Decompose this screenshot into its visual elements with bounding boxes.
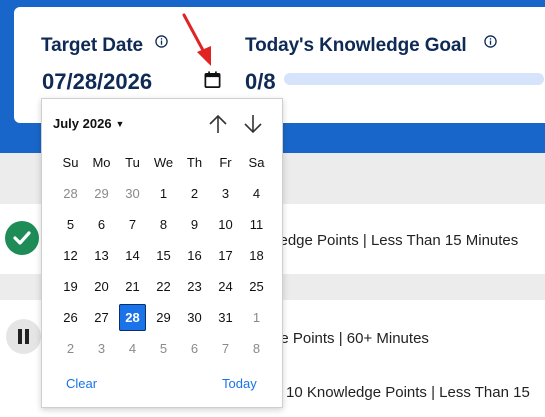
calendar-day[interactable]: 12: [55, 240, 86, 271]
calendar-day[interactable]: 18: [241, 240, 272, 271]
selected-day[interactable]: 28: [119, 304, 146, 331]
weekday-header: Mo: [92, 155, 111, 170]
calendar-day[interactable]: 4: [241, 178, 272, 209]
calendar-day[interactable]: 17: [210, 240, 241, 271]
calendar-day[interactable]: 5: [55, 209, 86, 240]
calendar-day[interactable]: 27: [86, 302, 117, 333]
info-icon[interactable]: [155, 35, 168, 48]
calendar-day[interactable]: 20: [86, 271, 117, 302]
calendar-icon[interactable]: [203, 70, 222, 89]
calendar-day[interactable]: 8: [148, 209, 179, 240]
calendar-day[interactable]: 25: [241, 271, 272, 302]
calendar-day[interactable]: 16: [179, 240, 210, 271]
caret-down-icon: ▼: [115, 119, 125, 129]
calendar-day[interactable]: 15: [148, 240, 179, 271]
calendar-day[interactable]: 14: [117, 240, 148, 271]
complete-check-icon: [5, 221, 39, 255]
calendar-day[interactable]: 21: [117, 271, 148, 302]
calendar-day[interactable]: 9: [179, 209, 210, 240]
calendar-day[interactable]: 6: [86, 209, 117, 240]
target-date-value[interactable]: 07/28/2026: [42, 69, 152, 95]
info-icon[interactable]: [484, 35, 497, 48]
next-month-down-arrow-icon[interactable]: [243, 113, 263, 135]
goal-progress-bar: [284, 73, 544, 85]
month-label: July 2026: [53, 116, 112, 131]
calendar-day[interactable]: 1: [241, 302, 272, 333]
calendar-day[interactable]: 24: [210, 271, 241, 302]
month-year-selector[interactable]: July 2026 ▼: [53, 116, 124, 131]
weekday-header: Tu: [125, 155, 140, 170]
red-arrow-annotation: [182, 13, 211, 66]
calendar-day[interactable]: 30: [179, 302, 210, 333]
list-item-text: 10 Knowledge Points | Less Than 15: [286, 384, 530, 401]
weekday-header: Sa: [248, 155, 265, 170]
pause-icon[interactable]: [6, 319, 41, 354]
calendar-day[interactable]: 30: [117, 178, 148, 209]
calendar-day[interactable]: 8: [241, 333, 272, 364]
knowledge-goal-label: Today's Knowledge Goal: [245, 35, 467, 56]
calendar-day[interactable]: 7: [210, 333, 241, 364]
calendar-day[interactable]: 1: [148, 178, 179, 209]
previous-month-up-arrow-icon[interactable]: [208, 113, 228, 135]
calendar-day[interactable]: 2: [55, 333, 86, 364]
clear-button[interactable]: Clear: [66, 376, 97, 391]
calendar-day[interactable]: 11: [241, 209, 272, 240]
calendar-day[interactable]: 13: [86, 240, 117, 271]
list-item-text: kedge Points | Less Than 15 Minutes: [272, 232, 519, 249]
calendar-day[interactable]: 7: [117, 209, 148, 240]
calendar-day[interactable]: 10: [210, 209, 241, 240]
calendar-day[interactable]: 28: [55, 178, 86, 209]
calendar-day[interactable]: 5: [148, 333, 179, 364]
calendar-day[interactable]: 31: [210, 302, 241, 333]
knowledge-goal-value: 0/8: [245, 69, 276, 94]
calendar-day[interactable]: 2: [179, 178, 210, 209]
calendar-day[interactable]: 23: [179, 271, 210, 302]
weekday-header: Th: [186, 155, 203, 170]
calendar-day[interactable]: 3: [86, 333, 117, 364]
calendar-day[interactable]: 19: [55, 271, 86, 302]
calendar-day[interactable]: 22: [148, 271, 179, 302]
calendar-day[interactable]: 4: [117, 333, 148, 364]
calendar-day[interactable]: 29: [86, 178, 117, 209]
today-button[interactable]: Today: [222, 376, 257, 391]
target-date-label: Target Date: [41, 35, 144, 56]
weekday-header: Fr: [219, 155, 232, 170]
list-item-text: ge Points | 60+ Minutes: [272, 330, 429, 347]
weekday-header: Su: [62, 155, 79, 170]
weekday-header: We: [153, 155, 174, 170]
calendar-day[interactable]: 3: [210, 178, 241, 209]
date-picker-popup: July 2026 ▼ Su Mo Tu We Th Fr Sa 28 29 30 1 2 3 4 5 6 7 8 9…: [41, 98, 283, 408]
calendar-day[interactable]: 26: [55, 302, 86, 333]
calendar-day[interactable]: 6: [179, 333, 210, 364]
calendar-day[interactable]: 29: [148, 302, 179, 333]
